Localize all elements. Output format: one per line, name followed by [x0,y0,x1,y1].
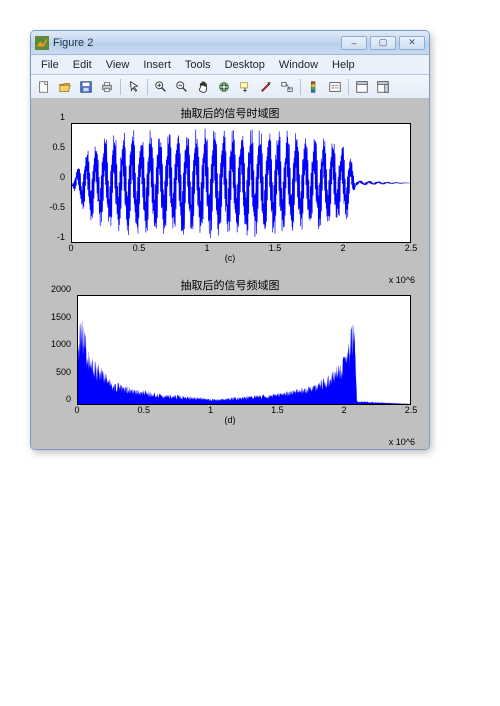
menu-tools[interactable]: Tools [179,58,217,72]
link-data-icon[interactable] [277,78,297,96]
menu-insert[interactable]: Insert [137,58,177,72]
show-tools-icon[interactable] [373,78,393,96]
hide-tools-icon[interactable] [352,78,372,96]
save-icon[interactable] [76,78,96,96]
brush-icon[interactable] [256,78,276,96]
zoom-out-icon[interactable] [172,78,192,96]
axes-1[interactable] [71,123,411,243]
minimize-button[interactable]: – [341,36,367,50]
rotate-3d-icon[interactable] [214,78,234,96]
yticks-2: 0500100015002000 [41,289,73,399]
pan-icon[interactable] [193,78,213,96]
open-icon[interactable] [55,78,75,96]
maximize-button[interactable]: ▢ [370,36,396,50]
menu-edit[interactable]: Edit [67,58,98,72]
subplot-time-domain: 抽取后的信号时域图 -1-0.500.51 00.511.522.5 (c) x… [41,105,419,263]
menu-window[interactable]: Window [273,58,324,72]
plot-title-2: 抽取后的信号频域图 [41,277,419,293]
x-exponent-2: x 10^6 [389,437,415,447]
menu-desktop[interactable]: Desktop [219,58,271,72]
matlab-icon [35,36,49,50]
zoom-in-icon[interactable] [151,78,171,96]
menu-file[interactable]: File [35,58,65,72]
axes-2[interactable] [77,295,411,405]
toolbar-divider [147,79,148,95]
figure-area: 抽取后的信号时域图 -1-0.500.51 00.511.522.5 (c) x… [31,99,429,449]
close-button[interactable]: ✕ [399,36,425,50]
data-cursor-icon[interactable] [235,78,255,96]
toolbar-divider [348,79,349,95]
figure-window: Figure 2 – ▢ ✕ File Edit View Insert Too… [30,30,430,450]
subplot-freq-domain: 抽取后的信号频域图 0500100015002000 00.511.522.5 … [41,277,419,425]
legend-icon[interactable] [325,78,345,96]
window-title: Figure 2 [53,37,341,49]
colorbar-icon[interactable] [304,78,324,96]
new-figure-icon[interactable] [34,78,54,96]
menu-help[interactable]: Help [326,58,361,72]
xlabel-2: (d) [41,415,419,425]
xlabel-1: (c) [41,253,419,263]
waveform-plot [72,124,410,242]
xticks-2: 00.511.522.5 [77,405,411,415]
toolbar-divider [120,79,121,95]
titlebar[interactable]: Figure 2 – ▢ ✕ [31,31,429,55]
yticks-1: -1-0.500.51 [41,117,67,237]
spectrum-plot [78,296,410,404]
toolbar-divider [300,79,301,95]
menu-view[interactable]: View [100,58,136,72]
pointer-icon[interactable] [124,78,144,96]
print-icon[interactable] [97,78,117,96]
menubar: File Edit View Insert Tools Desktop Wind… [31,55,429,75]
xticks-1: 00.511.522.5 [71,243,411,253]
toolbar [31,75,429,99]
plot-title-1: 抽取后的信号时域图 [41,105,419,121]
window-buttons: – ▢ ✕ [341,36,425,50]
